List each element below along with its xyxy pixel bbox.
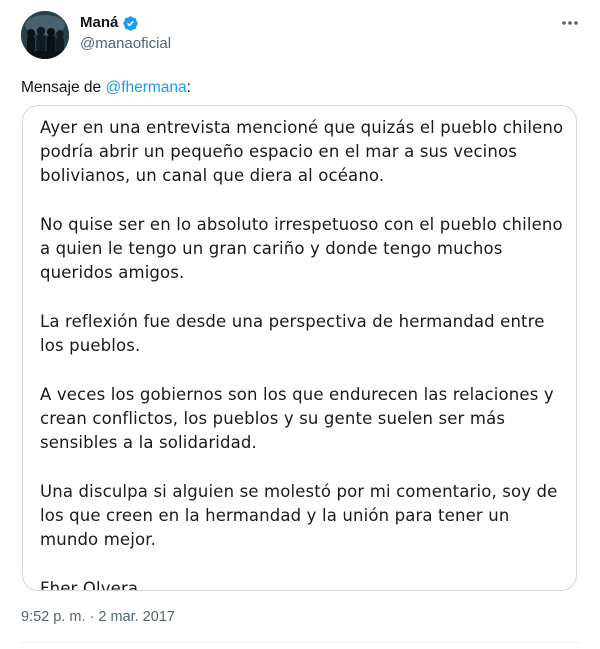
band-photo-icon [21,11,69,59]
verified-badge-icon [122,15,139,32]
tweet-intro: Mensaje de @fhermana: [21,78,191,98]
message-signature: Fher Olvera [40,579,139,591]
intro-suffix: : [186,79,191,96]
message-text: Ayer en una entrevista mencioné que quiz… [40,116,570,591]
tweet: Maná @manaoficial Mensaje de @fhermana: … [0,0,600,649]
message-paragraph: A veces los gobiernos son los que endure… [40,385,554,452]
message-paragraph: La reflexión fue desde una perspectiva d… [40,312,545,355]
author-handle[interactable]: @manaoficial [80,35,171,53]
message-paragraph: Una disculpa si alguien se molestó por m… [40,482,558,549]
divider [21,642,579,643]
more-options-button[interactable] [556,12,584,34]
author-display-name[interactable]: Maná [80,14,118,32]
message-image[interactable]: Ayer en una entrevista mencioné que quiz… [22,105,577,591]
avatar[interactable] [21,11,69,59]
message-paragraph: No quise ser en lo absoluto irrespetuoso… [40,215,563,282]
author-name-row[interactable]: Maná [80,14,139,32]
mention-link[interactable]: @fhermana [105,79,186,96]
intro-prefix: Mensaje de [21,79,106,96]
tweet-timestamp[interactable]: 9:52 p. m. · 2 mar. 2017 [21,607,175,627]
more-options-icon [562,21,578,25]
message-paragraph: Ayer en una entrevista mencioné que quiz… [40,118,564,185]
